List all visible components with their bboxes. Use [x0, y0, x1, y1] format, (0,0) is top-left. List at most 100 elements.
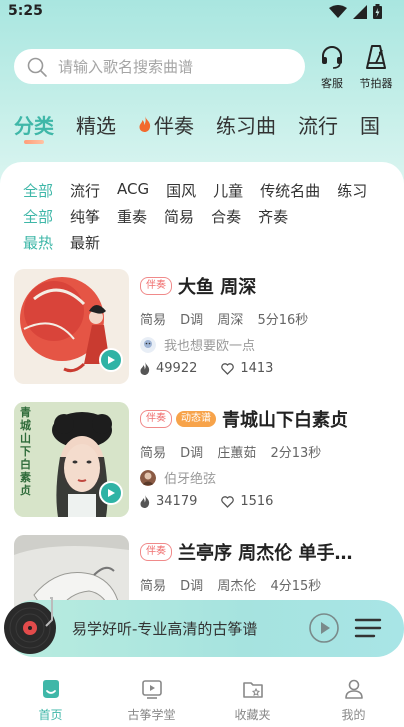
- cover-caption: 青城山下白素贞: [20, 406, 31, 497]
- status-icons: [329, 4, 382, 19]
- metronome-icon: [366, 45, 386, 69]
- avatar: [140, 469, 156, 486]
- signal-icon: [353, 4, 367, 19]
- tab-pop[interactable]: 流行: [298, 110, 338, 138]
- like-count-value: 1413: [240, 361, 274, 376]
- song-cover: [14, 269, 129, 384]
- search-input[interactable]: [58, 57, 288, 76]
- song-meta: 简易 D调 庄蕙茹 2分13秒: [140, 442, 331, 461]
- tab-featured[interactable]: 精选: [76, 110, 116, 138]
- tab-label: 分类: [14, 113, 54, 138]
- song-title: 兰亭序 周杰伦 单手…: [178, 543, 353, 564]
- like-count[interactable]: 1516: [221, 494, 273, 509]
- heart-icon: [221, 362, 235, 375]
- tab-guofeng[interactable]: 国: [360, 110, 380, 138]
- playlist-icon[interactable]: [354, 616, 382, 640]
- wifi-icon: [329, 4, 347, 18]
- vinyl-disc-icon: [4, 597, 56, 654]
- nav-academy[interactable]: 古筝学堂: [101, 670, 202, 727]
- filter-row-sort: 最热 最新: [23, 232, 117, 253]
- nav-favorites-label: 收藏夹: [234, 708, 271, 722]
- tab-etudes[interactable]: 练习曲: [216, 110, 276, 138]
- filter-type-duet[interactable]: 重奏: [117, 206, 147, 227]
- filter-genre-pop[interactable]: 流行: [70, 180, 100, 201]
- status-time: 5:25: [8, 3, 43, 19]
- filter-genre-acg[interactable]: ACG: [117, 180, 149, 201]
- metronome-label: 节拍器: [359, 77, 393, 90]
- status-bar: 5:25: [0, 0, 404, 26]
- filter-genre-classic[interactable]: 传统名曲: [260, 180, 320, 201]
- song-title-row: 伴奏 大鱼 周深: [140, 273, 256, 299]
- video-icon: [141, 680, 162, 699]
- tab-label: 流行: [298, 113, 338, 138]
- filter-genre-guofeng[interactable]: 国风: [166, 180, 196, 201]
- customer-service-label: 客服: [321, 77, 343, 90]
- song-meta: 简易 D调 周杰伦 4分15秒: [140, 575, 331, 594]
- song-item[interactable]: 伴奏 动态谱 青城山下白素贞 简易 D调 庄蕙茹 2分13秒 伯牙绝弦 3417…: [14, 402, 404, 518]
- tab-label: 国: [360, 113, 380, 138]
- filter-genre-practice[interactable]: 练习: [337, 180, 367, 201]
- tab-label: 伴奏: [154, 113, 194, 138]
- avatar: [140, 336, 156, 353]
- nav-profile-label: 我的: [341, 708, 366, 722]
- filter-type-ensemble[interactable]: 合奏: [211, 206, 241, 227]
- tab-accompaniment[interactable]: 伴奏: [138, 110, 194, 138]
- play-button[interactable]: [99, 348, 123, 372]
- nav-academy-label: 古筝学堂: [127, 708, 176, 722]
- favorites-folder-icon: [242, 682, 263, 698]
- tab-category[interactable]: 分类: [14, 110, 54, 144]
- nav-favorites[interactable]: 收藏夹: [202, 670, 303, 727]
- accompaniment-badge: 伴奏: [140, 543, 172, 561]
- like-count-value: 1516: [240, 494, 274, 509]
- play-icon: [108, 356, 115, 364]
- song-level: 简易: [140, 579, 167, 594]
- song-stats: 49922 1413: [140, 361, 297, 376]
- song-level: 简易: [140, 446, 167, 461]
- active-tab-indicator: [24, 140, 44, 144]
- play-count-value: 34179: [156, 494, 198, 509]
- flame-icon: [140, 362, 150, 375]
- tab-label: 精选: [76, 113, 116, 138]
- song-level: 简易: [140, 313, 167, 328]
- tab-label: 练习曲: [216, 113, 276, 138]
- play-count: 34179: [140, 494, 197, 509]
- song-stats: 34179 1516: [140, 494, 297, 509]
- play-button[interactable]: [99, 481, 123, 505]
- filter-type-all[interactable]: 全部: [23, 206, 53, 227]
- customer-service-button[interactable]: 客服: [312, 44, 352, 91]
- flame-icon: [140, 495, 150, 508]
- filter-genre-children[interactable]: 儿童: [213, 180, 243, 201]
- sort-newest[interactable]: 最新: [70, 232, 100, 253]
- filter-type-easy[interactable]: 简易: [164, 206, 194, 227]
- play-icon: [108, 489, 115, 497]
- filter-type-solo[interactable]: 纯筝: [70, 206, 100, 227]
- sort-hottest[interactable]: 最热: [23, 232, 53, 253]
- song-duration: 4分15秒: [270, 579, 322, 594]
- nav-profile[interactable]: 我的: [303, 670, 404, 727]
- like-count[interactable]: 1413: [221, 361, 273, 376]
- play-count-value: 49922: [156, 361, 198, 376]
- metronome-button[interactable]: 节拍器: [356, 44, 396, 91]
- search-bar[interactable]: [14, 49, 305, 84]
- song-duration: 2分13秒: [270, 446, 322, 461]
- search-icon: [27, 57, 47, 77]
- song-meta: 简易 D调 周深 5分16秒: [140, 309, 318, 328]
- uploader: 我也想要欧一点: [140, 335, 255, 354]
- uploader: 伯牙绝弦: [140, 468, 216, 487]
- nav-home[interactable]: 首页: [0, 670, 101, 727]
- song-title-row: 伴奏 兰亭序 周杰伦 单手…: [140, 539, 353, 565]
- song-item[interactable]: 伴奏 大鱼 周深 简易 D调 周深 5分16秒 我也想要欧一点 49922 14…: [14, 269, 404, 385]
- uploader-name: 我也想要欧一点: [164, 339, 256, 354]
- home-icon: [42, 680, 59, 698]
- filter-genre-all[interactable]: 全部: [23, 180, 53, 201]
- dynamic-score-badge: 动态谱: [176, 411, 216, 427]
- song-key: D调: [180, 579, 204, 594]
- profile-icon: [344, 679, 363, 699]
- player-play-button[interactable]: [308, 612, 340, 644]
- song-duration: 5分16秒: [257, 313, 309, 328]
- filter-row-type: 全部 纯筝 重奏 简易 合奏 齐奏: [23, 206, 305, 227]
- filter-type-unison[interactable]: 齐奏: [258, 206, 288, 227]
- category-tabs: 分类 精选 伴奏 练习曲 流行 国: [14, 110, 404, 150]
- song-key: D调: [180, 446, 204, 461]
- song-artist: 庄蕙茹: [217, 446, 257, 461]
